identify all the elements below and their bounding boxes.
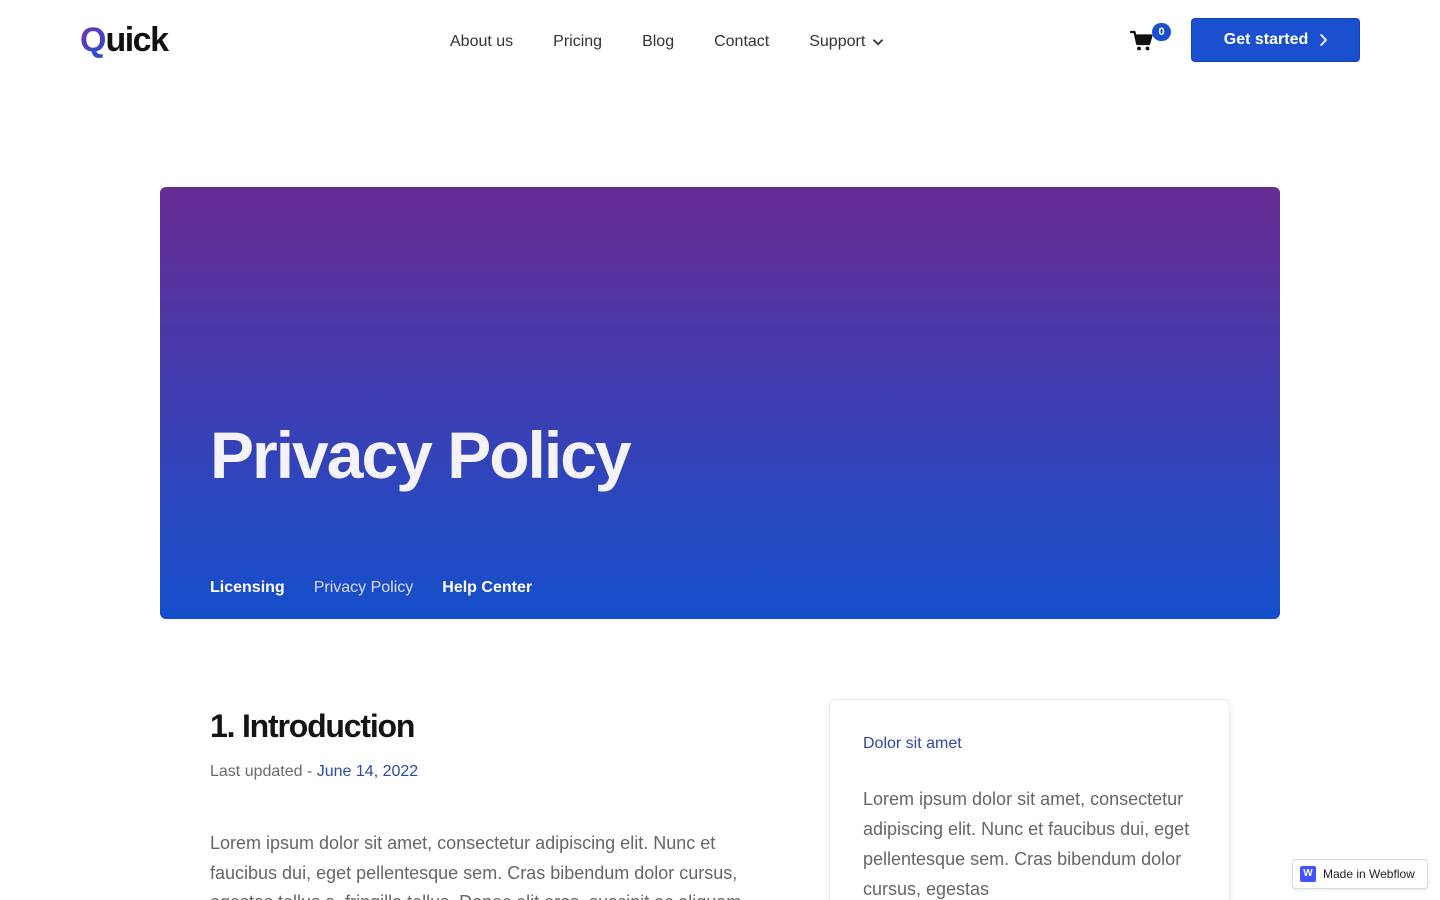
nav-blog[interactable]: Blog — [642, 30, 674, 54]
logo[interactable]: Quick — [80, 21, 169, 59]
tab-licensing[interactable]: Licensing — [210, 579, 285, 597]
nav-pricing[interactable]: Pricing — [553, 30, 602, 54]
chevron-right-icon — [1320, 34, 1328, 46]
tab-privacy-policy[interactable]: Privacy Policy — [314, 579, 414, 597]
nav-support-dropdown[interactable]: Support — [809, 30, 884, 54]
nav-support-label: Support — [809, 33, 866, 50]
chevron-down-icon — [873, 38, 884, 45]
sidebar-card-text: Lorem ipsum dolor sit amet, consectetur … — [863, 789, 1190, 899]
nav-contact[interactable]: Contact — [714, 30, 769, 54]
hero-banner: Privacy Policy Licensing Privacy Policy … — [160, 187, 1280, 619]
logo-wordmark: uick — [105, 21, 169, 59]
legal-tabs: Licensing Privacy Policy Help Center — [210, 576, 561, 600]
main-nav: About us Pricing Blog Contact Support — [450, 30, 884, 54]
webflow-badge-label: Made in Webflow — [1323, 867, 1415, 881]
sidebar-card: Dolor sit amet Lorem ipsum dolor sit ame… — [829, 699, 1230, 900]
tab-help-center[interactable]: Help Center — [442, 579, 532, 597]
last-updated-label: Last updated - — [210, 763, 317, 780]
nav-about[interactable]: About us — [450, 30, 513, 54]
site-header: Quick About us Pricing Blog Contact Supp… — [0, 0, 1440, 82]
cart-count-badge: 0 — [1152, 23, 1171, 41]
last-updated: Last updated - June 14, 2022 — [210, 761, 418, 783]
sidebar-card-title[interactable]: Dolor sit amet — [863, 733, 962, 755]
page-title: Privacy Policy — [210, 418, 632, 492]
webflow-icon: W — [1300, 866, 1316, 882]
get-started-label: Get started — [1223, 31, 1309, 48]
cart-icon[interactable] — [1130, 30, 1154, 52]
made-in-webflow-badge[interactable]: W Made in Webflow — [1292, 859, 1428, 889]
logo-initial: Q — [80, 21, 106, 59]
section-heading: 1. Introduction — [210, 708, 415, 744]
get-started-button[interactable]: Get started — [1191, 18, 1360, 62]
last-updated-date: June 14, 2022 — [316, 763, 419, 780]
section-body: Lorem ipsum dolor sit amet, consectetur … — [210, 833, 741, 900]
